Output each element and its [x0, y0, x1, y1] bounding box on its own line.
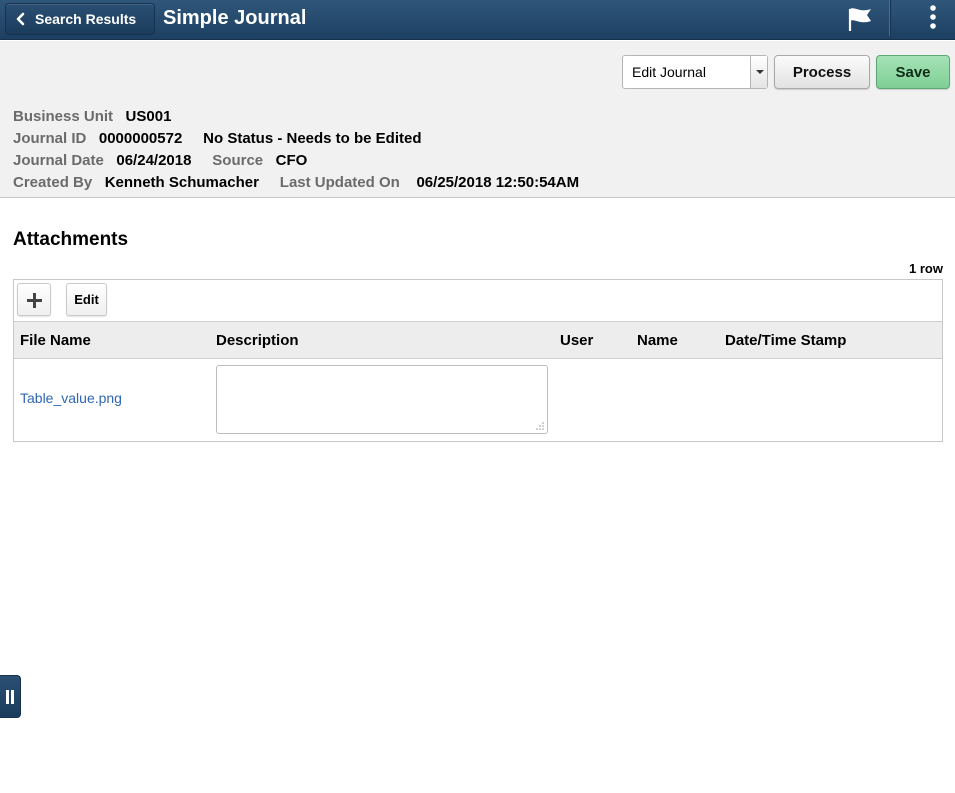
grid-toolbar: Edit [14, 280, 942, 321]
save-button[interactable]: Save [876, 55, 950, 89]
add-attachment-button[interactable] [17, 283, 51, 316]
created-by-row: Created By Kenneth Schumacher Last Updat… [13, 174, 579, 191]
more-vertical-icon[interactable] [922, 4, 944, 32]
attachments-grid: Edit File Name Description User Name Dat… [13, 279, 943, 442]
journal-status: No Status - Needs to be Edited [203, 130, 422, 147]
edit-button[interactable]: Edit [66, 283, 107, 316]
pin-icon-bar-right [11, 690, 14, 704]
business-unit-row: Business Unit US001 [13, 108, 171, 125]
back-button-label: Search Results [35, 11, 137, 27]
column-header-description[interactable]: Description [216, 332, 299, 349]
pin-icon-bar-left [6, 690, 9, 704]
header-divider-shadow [890, 0, 891, 36]
attachments-title: Attachments [13, 229, 129, 250]
business-unit-value: US001 [125, 108, 172, 125]
column-header-date-time-stamp[interactable]: Date/Time Stamp [725, 332, 846, 349]
row-count: 1 row [909, 261, 943, 276]
journal-date-label: Journal Date [13, 152, 104, 169]
source-value: CFO [275, 152, 308, 169]
process-button[interactable]: Process [774, 55, 870, 89]
journal-id-row: Journal ID 0000000572 No Status - Needs … [13, 130, 422, 147]
action-select[interactable]: Edit Journal [622, 55, 768, 89]
column-header-name[interactable]: Name [637, 332, 678, 349]
table-row: Table_value.png [14, 359, 942, 441]
page-title: Simple Journal [163, 7, 307, 29]
flag-icon[interactable] [845, 5, 875, 33]
journal-id-value: 0000000572 [98, 130, 183, 147]
action-select-value: Edit Journal [632, 64, 706, 80]
journal-id-label: Journal ID [13, 130, 87, 147]
chevron-left-icon [16, 12, 25, 26]
created-by-value: Kenneth Schumacher [104, 174, 259, 191]
journal-header-panel: Edit Journal Process Save Business Unit … [0, 41, 955, 198]
description-input[interactable] [216, 365, 548, 434]
column-header-user[interactable]: User [560, 332, 593, 349]
page-header: Search Results Simple Journal [0, 0, 955, 40]
dropdown-arrow-icon[interactable] [750, 56, 767, 88]
last-updated-label: Last Updated On [279, 174, 400, 191]
created-by-label: Created By [13, 174, 93, 191]
source-label: Source [212, 152, 264, 169]
file-name-link[interactable]: Table_value.png [20, 390, 122, 406]
journal-date-value: 06/24/2018 [116, 152, 192, 169]
business-unit-label: Business Unit [13, 108, 114, 125]
back-to-search-results-button[interactable]: Search Results [5, 3, 155, 35]
resize-grip-icon[interactable] [535, 421, 545, 431]
column-header-file-name[interactable]: File Name [20, 332, 91, 349]
grid-header-row: File Name Description User Name Date/Tim… [14, 321, 942, 359]
journal-date-row: Journal Date 06/24/2018 Source CFO [13, 152, 307, 169]
last-updated-value: 06/25/2018 12:50:54AM [416, 174, 580, 191]
side-panel-toggle[interactable] [0, 675, 21, 718]
